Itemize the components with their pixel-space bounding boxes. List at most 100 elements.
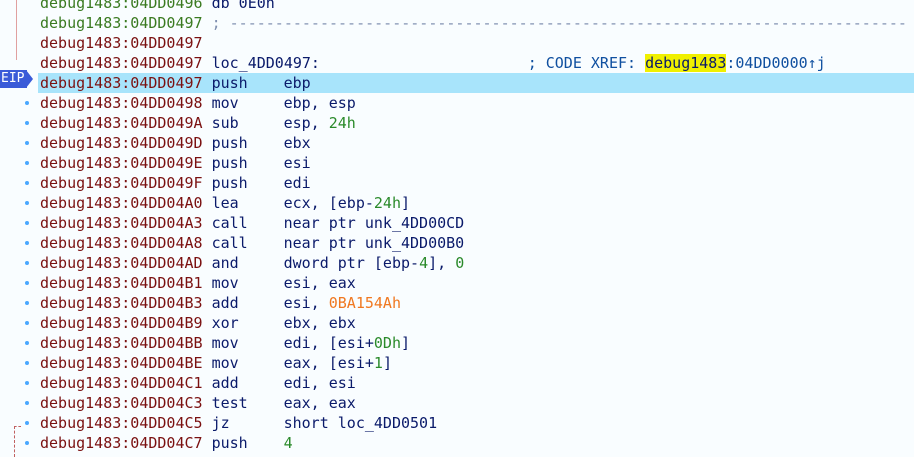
xref-segment-link[interactable]: debug1483 xyxy=(645,54,727,72)
breakpoint-dot-icon[interactable] xyxy=(25,441,29,445)
operand[interactable]: esi xyxy=(284,154,311,172)
breakpoint-dot-icon[interactable] xyxy=(25,361,29,365)
line-address: debug1483:04DD04C5 xyxy=(40,414,203,432)
operand[interactable]: esp, xyxy=(284,114,329,132)
operand[interactable]: ecx, [ebp- xyxy=(284,194,374,212)
eip-marker[interactable]: EIP xyxy=(0,70,27,88)
listing-line-instruction[interactable]: debug1483:04DD04C5 jz short loc_4DD0501 xyxy=(38,413,914,433)
breakpoint-dot-icon[interactable] xyxy=(25,241,29,245)
operand[interactable]: ] xyxy=(401,334,410,352)
operand-number: 24h xyxy=(373,194,401,212)
mnemonic: mov xyxy=(211,334,239,352)
line-address: debug1483:04DD04B3 xyxy=(40,294,203,312)
mnemonic: mov xyxy=(211,94,239,112)
mnemonic: push xyxy=(211,74,248,92)
listing-line-instruction[interactable]: debug1483:04DD04A3 call near ptr unk_4DD0… xyxy=(38,213,914,233)
operand[interactable]: edi, esi xyxy=(284,374,356,392)
operand[interactable]: ] xyxy=(401,194,410,212)
listing-line-instruction[interactable]: debug1483:04DD049A sub esp, 24h xyxy=(38,113,914,133)
code-label[interactable]: loc_4DD0497: xyxy=(212,54,320,72)
listing-line-instruction[interactable]: debug1483:04DD04BE mov eax, [esi+1] xyxy=(38,353,914,373)
breakpoint-dot-icon[interactable] xyxy=(25,121,29,125)
breakpoint-dot-icon[interactable] xyxy=(25,141,29,145)
operand[interactable]: ], xyxy=(428,254,455,272)
operand[interactable]: dword ptr [ebp- xyxy=(284,254,419,272)
operand[interactable]: eax, eax xyxy=(284,394,356,412)
breakpoint-dot-icon[interactable] xyxy=(25,381,29,385)
operand-number: 0Dh xyxy=(373,334,401,352)
operand[interactable]: edi, [esi+ xyxy=(284,334,374,352)
mnemonic: xor xyxy=(211,314,239,332)
mnemonic: push xyxy=(211,154,248,172)
breakpoint-dot-icon[interactable] xyxy=(25,341,29,345)
listing-line-instruction[interactable]: debug1483:04DD04B9 xor ebx, ebx xyxy=(38,313,914,333)
gutter[interactable]: EIP xyxy=(0,0,38,457)
listing-line-data[interactable]: debug1483:04DD0496 db 0E0h xyxy=(38,0,914,13)
mnemonic: lea xyxy=(211,194,239,212)
listing-line-instruction[interactable]: debug1483:04DD049E push esi xyxy=(38,153,914,173)
operand[interactable]: esi, xyxy=(284,294,329,312)
line-address: debug1483:04DD04B9 xyxy=(40,314,203,332)
breakpoint-dot-icon[interactable] xyxy=(25,261,29,265)
breakpoint-dot-icon[interactable] xyxy=(25,161,29,165)
eip-label: EIP xyxy=(1,71,25,86)
listing-line-instruction[interactable]: debug1483:04DD04B1 mov esi, eax xyxy=(38,273,914,293)
line-address: debug1483:04DD04B1 xyxy=(40,274,203,292)
listing-line-instruction[interactable]: debug1483:04DD049D push ebx xyxy=(38,133,914,153)
listing-line-instruction[interactable]: debug1483:04DD04C1 add edi, esi xyxy=(38,373,914,393)
listing-line-separator[interactable]: debug1483:04DD0497 ; -------------------… xyxy=(38,13,914,33)
operand[interactable]: ebx xyxy=(284,134,311,152)
mnemonic: push xyxy=(211,134,248,152)
line-address: debug1483:04DD04C3 xyxy=(40,394,203,412)
line-address: debug1483:04DD049D xyxy=(40,134,203,152)
operand[interactable]: esi, eax xyxy=(284,274,356,292)
mnemonic: call xyxy=(211,214,248,232)
breakpoint-dot-icon[interactable] xyxy=(25,101,29,105)
line-address: debug1483:04DD04A0 xyxy=(40,194,203,212)
operand[interactable]: ] xyxy=(383,354,392,372)
breakpoint-dot-icon[interactable] xyxy=(25,181,29,185)
line-address: debug1483:04DD049E xyxy=(40,154,203,172)
operand[interactable]: near ptr unk_4DD00CD xyxy=(284,214,465,232)
mnemonic: push xyxy=(211,434,248,452)
listing-line-instruction[interactable]: debug1483:04DD04C7 push 4 xyxy=(38,433,914,453)
line-address: debug1483:04DD049F xyxy=(40,174,203,192)
operand[interactable]: ebp xyxy=(284,74,311,92)
disassembly-listing[interactable]: debug1483:04DD0496 db 0E0h debug1483:04D… xyxy=(38,0,914,453)
mnemonic: mov xyxy=(211,274,239,292)
listing-line-instruction[interactable]: debug1483:04DD04AD and dword ptr [ebp-4],… xyxy=(38,253,914,273)
breakpoint-dot-icon[interactable] xyxy=(25,401,29,405)
breakpoint-dot-icon[interactable] xyxy=(25,201,29,205)
breakpoint-dot-icon[interactable] xyxy=(25,301,29,305)
line-address: debug1483:04DD04AD xyxy=(40,254,203,272)
line-address: debug1483:04DD0497 xyxy=(40,14,203,32)
line-address: debug1483:04DD04C7 xyxy=(40,434,203,452)
listing-line-instruction[interactable]: debug1483:04DD04A0 lea ecx, [ebp-24h] xyxy=(38,193,914,213)
operand[interactable]: ebp, esp xyxy=(284,94,356,112)
listing-line-instruction[interactable]: debug1483:04DD04B3 add esi, 0BA154Ah xyxy=(38,293,914,313)
listing-line-instruction[interactable]: debug1483:04DD049F push edi xyxy=(38,173,914,193)
operand[interactable]: eax, [esi+ xyxy=(284,354,374,372)
breakpoint-dot-icon[interactable] xyxy=(25,281,29,285)
breakpoint-dot-icon[interactable] xyxy=(25,221,29,225)
xref-target[interactable]: :04DD0000↑j xyxy=(726,54,825,72)
listing-line-label[interactable]: debug1483:04DD0497 loc_4DD0497: ; CODE X… xyxy=(38,53,914,73)
operand-number: 4 xyxy=(419,254,429,272)
listing-line-instruction[interactable]: debug1483:04DD04BB mov edi, [esi+0Dh] xyxy=(38,333,914,353)
mnemonic: mov xyxy=(211,354,239,372)
listing-line-blank[interactable]: debug1483:04DD0497 xyxy=(38,33,914,53)
listing-line-current[interactable]: debug1483:04DD0497 push ebp xyxy=(38,73,914,93)
mnemonic: add xyxy=(211,294,239,312)
operand[interactable]: near ptr unk_4DD00B0 xyxy=(284,234,465,252)
operand[interactable]: edi xyxy=(284,174,311,192)
listing-line-instruction[interactable]: debug1483:04DD04C3 test eax, eax xyxy=(38,393,914,413)
breakpoint-dot-icon[interactable] xyxy=(25,421,29,425)
line-address: debug1483:04DD0497 xyxy=(40,54,203,72)
line-address: debug1483:04DD049A xyxy=(40,114,203,132)
listing-line-instruction[interactable]: debug1483:04DD0498 mov ebp, esp xyxy=(38,93,914,113)
breakpoint-dot-icon[interactable] xyxy=(25,321,29,325)
operand[interactable]: ebx, ebx xyxy=(284,314,356,332)
listing-line-instruction[interactable]: debug1483:04DD04A8 call near ptr unk_4DD0… xyxy=(38,233,914,253)
mnemonic: jz xyxy=(211,414,230,432)
operand[interactable]: short loc_4DD0501 xyxy=(284,414,438,432)
